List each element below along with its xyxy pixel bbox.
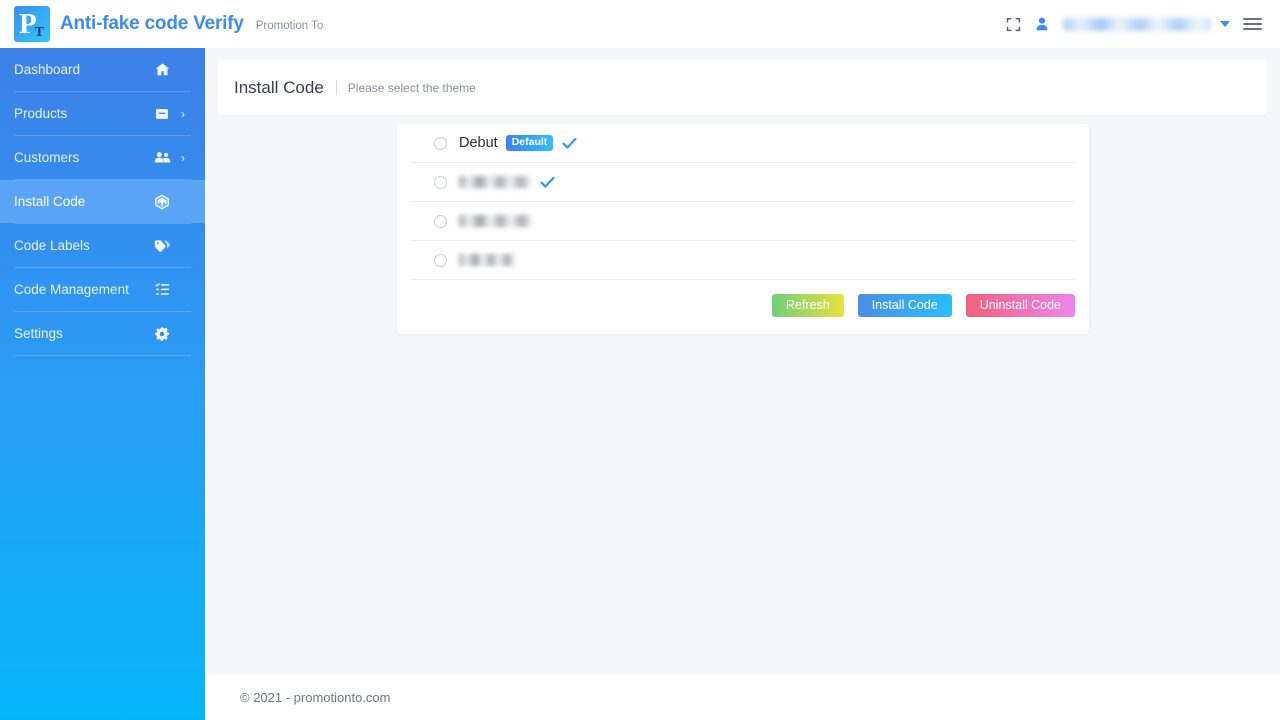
sidebar: Dashboard › Products › Customers [0, 48, 205, 720]
check-icon [540, 176, 555, 189]
status-badge: Default [505, 135, 554, 151]
uninstall-code-button[interactable]: Uninstall Code [965, 294, 1075, 317]
theme-name [459, 215, 532, 227]
theme-row[interactable] [411, 202, 1075, 241]
list-icon [153, 282, 171, 297]
chevron-down-icon[interactable] [1220, 21, 1230, 27]
install-code-button[interactable]: Install Code [857, 294, 952, 317]
theme-selection-card: Debut Default Refresh Install Code Unins… [397, 124, 1089, 334]
footer-text: © 2021 - promotionto.com [240, 689, 391, 705]
sidebar-item-customers[interactable]: Customers › [0, 136, 205, 179]
user-icon[interactable] [1034, 16, 1050, 32]
sidebar-item-label: Code Labels [14, 238, 90, 253]
sidebar-item-code-labels[interactable]: Code Labels › [0, 224, 205, 267]
main-content: Install Code Please select the theme Deb… [205, 48, 1280, 720]
page-subtitle: Please select the theme [347, 80, 476, 95]
archive-icon [153, 107, 171, 121]
title-divider [335, 80, 337, 95]
sidebar-item-settings[interactable]: Settings › [0, 312, 205, 355]
theme-row[interactable] [411, 241, 1075, 280]
check-icon [562, 137, 577, 150]
brand-subtitle: Promotion To [255, 20, 324, 32]
app-logo-icon: P T [14, 6, 50, 42]
sidebar-item-dashboard[interactable]: Dashboard › [0, 48, 205, 91]
hamburger-menu-icon[interactable] [1243, 18, 1262, 30]
users-icon [153, 150, 171, 165]
page-title: Install Code [234, 77, 324, 97]
theme-name [459, 254, 515, 266]
sidebar-item-code-management[interactable]: Code Management › [0, 268, 205, 311]
header-actions [1006, 16, 1280, 32]
chevron-right-icon: › [181, 106, 185, 121]
logo-letter-t: T [34, 25, 44, 40]
theme-row[interactable]: Debut Default [411, 124, 1075, 163]
app-header: P T Anti-fake code Verify Promotion To [0, 0, 1280, 48]
theme-radio[interactable] [434, 175, 447, 189]
gear-icon [153, 326, 171, 341]
sidebar-item-label: Products [14, 106, 68, 121]
sidebar-divider [14, 355, 191, 356]
theme-radio[interactable] [434, 136, 447, 150]
fullscreen-icon[interactable] [1006, 17, 1021, 32]
sidebar-item-label: Install Code [14, 194, 86, 209]
sidebar-item-label: Customers [14, 150, 80, 165]
sidebar-item-label: Dashboard [14, 62, 81, 77]
sidebar-item-products[interactable]: Products › [0, 92, 205, 135]
tag-icon [153, 238, 171, 253]
brand-area[interactable]: P T Anti-fake code Verify Promotion To [0, 6, 323, 42]
action-button-row: Refresh Install Code Uninstall Code [411, 280, 1075, 334]
footer: © 2021 - promotionto.com [205, 674, 1280, 720]
home-icon [153, 62, 171, 77]
theme-radio[interactable] [434, 253, 447, 267]
cube-icon [153, 194, 171, 210]
sidebar-item-install-code[interactable]: Install Code › [0, 180, 205, 223]
theme-name: Debut [459, 135, 498, 151]
theme-row[interactable] [411, 163, 1075, 202]
theme-name [459, 176, 531, 188]
page-header-card: Install Code Please select the theme [218, 60, 1267, 115]
sidebar-item-label: Code Management [14, 282, 129, 297]
chevron-right-icon: › [181, 150, 185, 165]
refresh-button[interactable]: Refresh [771, 294, 844, 317]
brand-title: Anti-fake code Verify [60, 13, 244, 34]
sidebar-item-label: Settings [14, 326, 63, 341]
username-label [1063, 17, 1211, 31]
theme-radio[interactable] [434, 214, 447, 228]
